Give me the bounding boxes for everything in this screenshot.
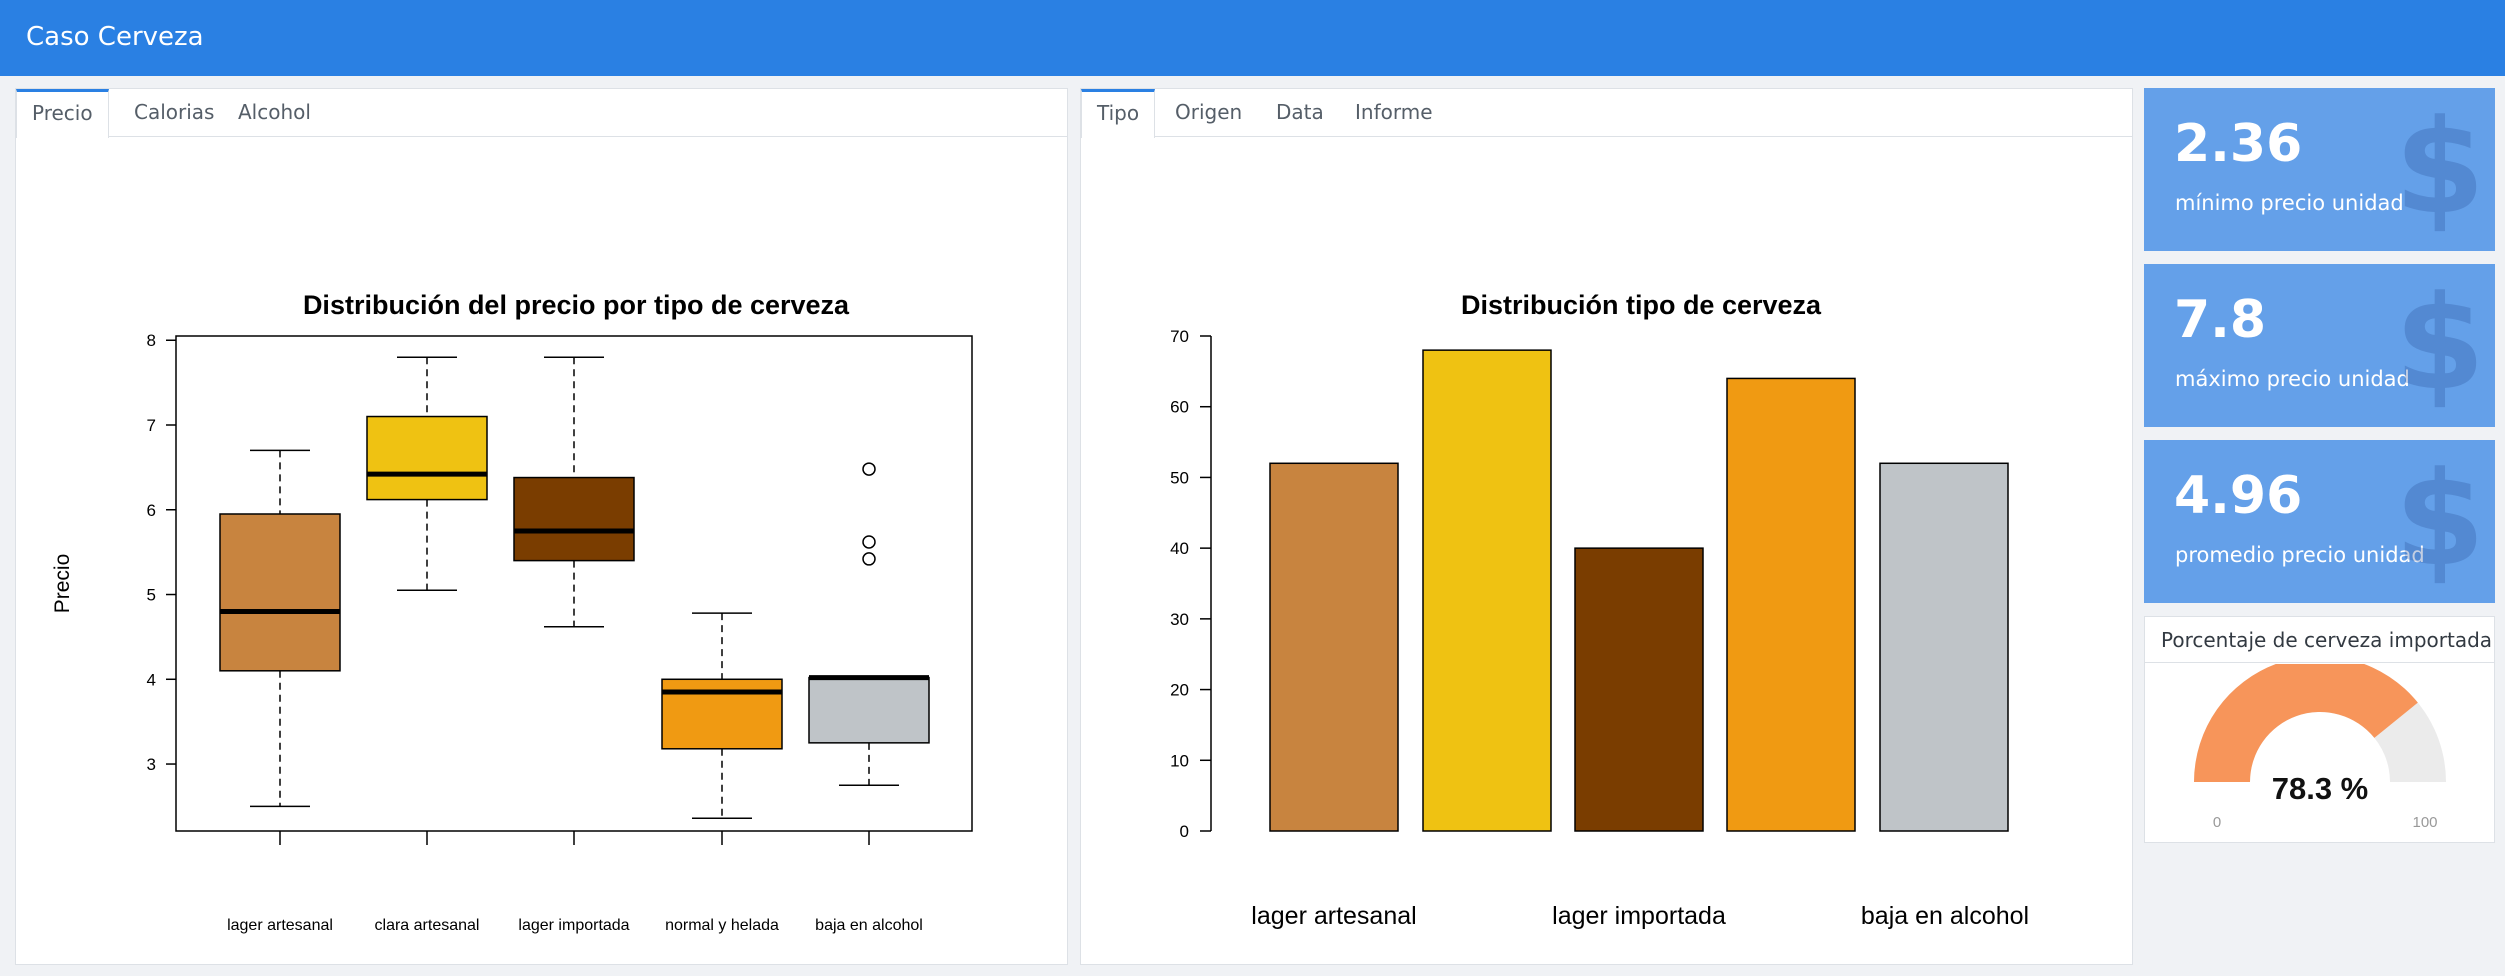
dollar-icon: $ xyxy=(2394,267,2485,419)
x-tick-label: baja en alcohol xyxy=(815,917,923,934)
tab-origen[interactable]: Origen xyxy=(1160,89,1257,137)
gauge-title: Porcentaje de cerveza importada xyxy=(2145,617,2494,663)
tab-calorias[interactable]: Calorias xyxy=(119,89,229,137)
y-tick-label: 6 xyxy=(147,501,156,520)
max-price-value: 7.8 xyxy=(2174,290,2267,350)
tab-precio[interactable]: Precio xyxy=(16,89,109,138)
y-tick-label: 0 xyxy=(1180,822,1189,841)
chart-title: Distribución tipo de cerveza xyxy=(1461,290,1822,320)
price-panel: Precio Calorias Alcohol Distribución del… xyxy=(15,88,1068,965)
max-price-box: 7.8 máximo precio unidad $ xyxy=(2144,264,2495,427)
navbar: Caso Cerveza xyxy=(0,0,2505,76)
type-panel-tabs: Tipo Origen Data Informe xyxy=(1081,89,2132,138)
y-tick-label: 7 xyxy=(147,416,156,435)
y-axis-label: Precio xyxy=(51,554,74,614)
min-price-box: 2.36 mínimo precio unidad $ xyxy=(2144,88,2495,251)
box-2 xyxy=(513,476,635,562)
dollar-icon: $ xyxy=(2394,91,2485,243)
import-gauge: 78.3 % 0 100 xyxy=(2194,664,2446,831)
tab-tipo[interactable]: Tipo xyxy=(1081,89,1156,138)
box-4 xyxy=(808,676,930,744)
bar-4 xyxy=(1879,462,2009,832)
box-1 xyxy=(366,415,488,501)
type-bar-chart: Distribución tipo de cerveza 0 10 20 30 40 50 6… xyxy=(1170,290,2029,930)
gauge-min-label: 0 xyxy=(2213,814,2221,831)
outlier-point xyxy=(862,552,876,566)
min-price-caption: mínimo precio unidad xyxy=(2175,191,2404,215)
y-tick-label: 10 xyxy=(1170,751,1189,770)
y-tick-label: 20 xyxy=(1170,681,1189,700)
bar-3 xyxy=(1726,377,1856,832)
chart-title: Distribución del precio por tipo de cerv… xyxy=(303,290,850,320)
bar-1 xyxy=(1422,349,1552,832)
max-price-caption: máximo precio unidad xyxy=(2175,367,2410,391)
outlier-point xyxy=(862,462,876,476)
import-gauge-card: Porcentaje de cerveza importada 78.3 % 0… xyxy=(2144,616,2495,843)
y-tick-label: 3 xyxy=(147,755,156,774)
avg-price-caption: promedio precio unidad xyxy=(2175,543,2425,567)
bar-0 xyxy=(1269,462,1399,832)
x-tick-label: lager importada xyxy=(518,917,629,934)
avg-price-value: 4.96 xyxy=(2174,466,2303,526)
x-tick-label: lager importada xyxy=(1552,902,1726,930)
price-panel-tabs: Precio Calorias Alcohol xyxy=(16,89,1067,138)
y-tick-label: 30 xyxy=(1170,610,1189,629)
y-tick-label: 40 xyxy=(1170,539,1189,558)
gauge-fill xyxy=(2194,664,2418,782)
y-tick-label: 5 xyxy=(147,586,156,605)
x-tick-label: normal y helada xyxy=(665,917,779,934)
tab-alcohol[interactable]: Alcohol xyxy=(223,89,326,137)
min-price-value: 2.36 xyxy=(2174,114,2303,174)
y-tick-label: 60 xyxy=(1170,398,1189,417)
x-tick-label: baja en alcohol xyxy=(1861,902,2029,930)
x-tick-label: lager artesanal xyxy=(227,917,333,934)
y-tick-label: 4 xyxy=(147,670,156,689)
box-0 xyxy=(219,513,341,672)
dollar-icon: $ xyxy=(2394,443,2485,595)
y-tick-label: 50 xyxy=(1170,468,1189,487)
price-boxplot-chart: Distribución del precio por tipo de cerv… xyxy=(51,290,973,934)
x-tick-label: clara artesanal xyxy=(375,917,480,934)
y-tick-label: 8 xyxy=(147,331,156,350)
outlier-point xyxy=(862,535,876,549)
tab-informe[interactable]: Informe xyxy=(1340,89,1448,137)
type-panel: Tipo Origen Data Informe Distribución ti… xyxy=(1080,88,2133,965)
y-tick-label: 70 xyxy=(1170,327,1189,346)
tab-data[interactable]: Data xyxy=(1261,89,1339,137)
gauge-value-label: 78.3 % xyxy=(2272,771,2369,806)
gauge-max-label: 100 xyxy=(2412,814,2437,831)
avg-price-box: 4.96 promedio precio unidad $ xyxy=(2144,440,2495,603)
app-title: Caso Cerveza xyxy=(26,22,204,52)
bar-2 xyxy=(1574,547,1704,832)
x-tick-label: lager artesanal xyxy=(1251,902,1416,930)
